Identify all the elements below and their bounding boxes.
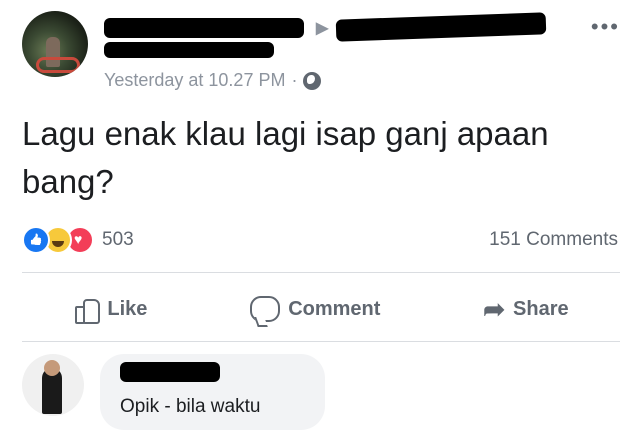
reactions-summary[interactable]: 503 [22, 226, 134, 254]
share-label: Share [513, 297, 569, 320]
speech-bubble-icon [250, 296, 281, 322]
more-options-icon[interactable]: ••• [591, 14, 620, 40]
divider-top [22, 272, 620, 273]
author-name-row[interactable]: ▶ [104, 12, 547, 58]
like-button[interactable]: Like [73, 296, 148, 324]
share-arrow-icon: ➦ [483, 294, 506, 324]
post-text: Lagu enak klau lagi isap ganj apaan bang… [22, 115, 549, 200]
action-bar: Like Comment ➦ Share [22, 284, 620, 334]
like-reaction-icon [22, 226, 50, 254]
post-meta: Yesterday at 10.27 PM · [104, 70, 322, 91]
commenter-avatar[interactable] [22, 354, 84, 416]
commenter-head [44, 360, 60, 376]
author-name-redaction [104, 18, 304, 38]
avatar-bike [36, 57, 80, 73]
comment-button[interactable]: Comment [250, 296, 380, 322]
group-name-redaction [335, 12, 547, 42]
share-button[interactable]: ➦ Share [483, 296, 568, 322]
like-label: Like [107, 297, 148, 320]
author-avatar[interactable] [22, 11, 88, 77]
comment-label: Comment [288, 297, 381, 320]
comment-text: Opik - bila waktu [120, 396, 261, 417]
thumbs-up-icon [73, 296, 101, 324]
divider-bottom [22, 341, 620, 342]
comments-count[interactable]: 151 Comments [489, 229, 618, 251]
commenter-name-redaction[interactable] [120, 362, 220, 382]
meta-separator: · [291, 70, 298, 90]
post-timestamp[interactable]: Yesterday at 10.27 PM [104, 70, 285, 91]
author-name-redaction-line2 [104, 42, 274, 58]
reaction-count: 503 [102, 229, 134, 250]
globe-icon [303, 71, 322, 90]
shared-to-arrow-icon: ▶ [316, 20, 329, 37]
